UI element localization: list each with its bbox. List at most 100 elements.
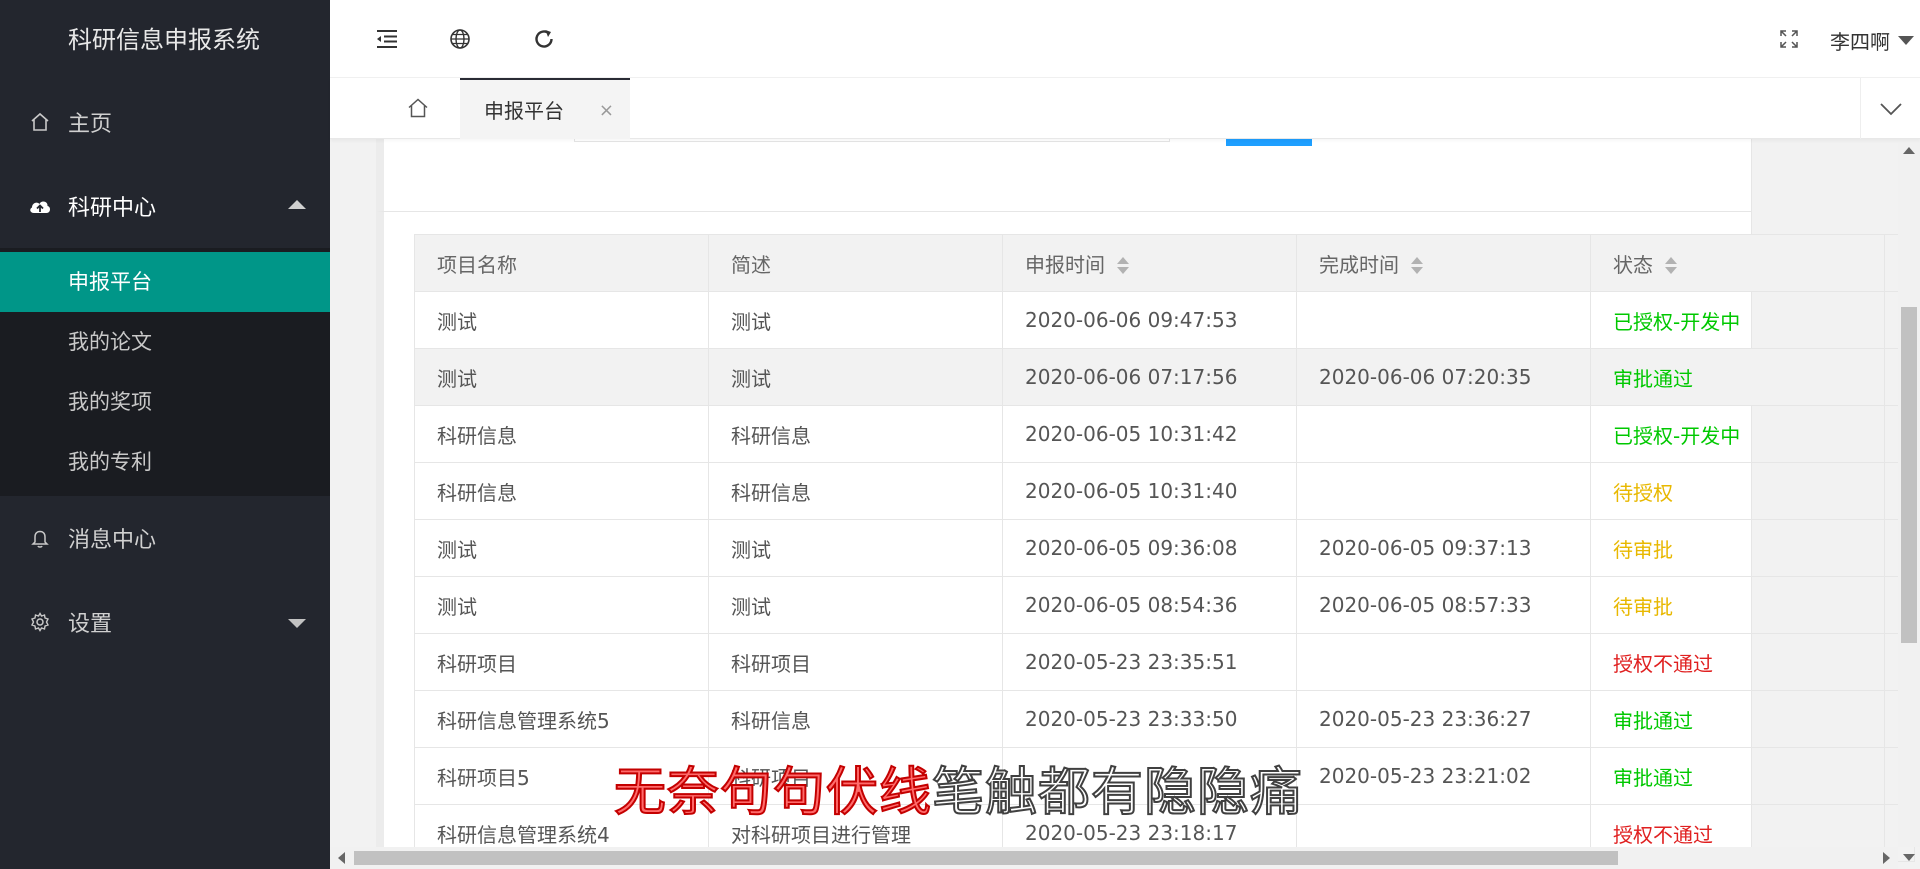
table-row[interactable]: 测试 测试 2020-06-05 08:54:36 2020-06-05 08:57:…: [414, 576, 1915, 634]
sidebar-item-label: 科研中心: [68, 196, 157, 221]
cell-status: 已授权-开发中: [1590, 291, 1885, 349]
cell-desc: 测试: [708, 576, 1003, 634]
col-header-completed[interactable]: 完成时间: [1296, 234, 1591, 292]
cell-completed: 2020-05-23 23:36:27: [1296, 690, 1591, 748]
tab-declare-platform[interactable]: 申报平台 ×: [460, 78, 630, 139]
sidebar-item-messages[interactable]: 消息中心: [0, 496, 330, 580]
cell-submitted: 2020-06-05 10:31:40: [1002, 462, 1297, 520]
table-header-row: 项目名称 简述 申报时间 完成时间 状态: [414, 234, 1915, 292]
home-icon: [28, 110, 52, 134]
cell-submitted: 2020-06-05 08:54:36: [1002, 576, 1297, 634]
sidebar-item-research[interactable]: 科研中心: [0, 164, 330, 248]
scroll-up-icon[interactable]: [1903, 147, 1915, 154]
cell-desc: 科研项目: [708, 633, 1003, 691]
scroll-thumb[interactable]: [1901, 307, 1917, 643]
vertical-scrollbar[interactable]: [1898, 139, 1920, 861]
cell-desc: 测试: [708, 519, 1003, 577]
chevron-down-icon: [1879, 102, 1902, 115]
sidebar-item-label: 消息中心: [68, 528, 157, 553]
table-row[interactable]: 科研项目 科研项目 2020-05-23 23:35:51 授权不通过: [414, 633, 1915, 691]
close-icon[interactable]: ×: [599, 100, 614, 121]
scroll-down-icon[interactable]: [1903, 854, 1915, 861]
col-header-status[interactable]: 状态: [1590, 234, 1885, 292]
cell-completed: 2020-06-06 07:20:35: [1296, 348, 1591, 406]
cell-desc: 科研信息: [708, 462, 1003, 520]
sidebar-item-my-patents[interactable]: 我的专利: [0, 432, 330, 492]
sidebar-item-my-papers[interactable]: 我的论文: [0, 312, 330, 372]
cell-completed: [1296, 405, 1591, 463]
chevron-down-icon: [1898, 36, 1914, 45]
table-wrapper: 项目名称 简述 申报时间 完成时间 状态 测试 测试 2020-06-06 09:4…: [414, 234, 1915, 862]
sidebar-item-label: 主页: [68, 112, 113, 137]
cell-name: 测试: [414, 519, 709, 577]
table-row[interactable]: 科研信息管理系统5 科研信息 2020-05-23 23:33:50 2020-05-…: [414, 690, 1915, 748]
table-row[interactable]: 测试 测试 2020-06-06 09:47:53 已授权-开发中: [414, 291, 1915, 349]
sort-icon[interactable]: [1117, 257, 1129, 275]
gear-icon: [28, 610, 52, 634]
table-row[interactable]: 测试 测试 2020-06-06 07:17:56 2020-06-06 07:20:…: [414, 348, 1915, 406]
sort-icon[interactable]: [1665, 257, 1677, 275]
cell-submitted: 2020-06-05 09:36:08: [1002, 519, 1297, 577]
tabs-dropdown[interactable]: [1860, 78, 1920, 139]
sidebar-submenu-research: 申报平台 我的论文 我的奖项 我的专利: [0, 248, 330, 496]
caret-down-icon: [288, 619, 306, 628]
sidebar-item-declare-platform[interactable]: 申报平台: [0, 252, 330, 312]
cell-status: 待审批: [1590, 519, 1885, 577]
tab-label: 申报平台: [484, 99, 564, 123]
cell-name: 测试: [414, 348, 709, 406]
cell-name: 科研项目: [414, 633, 709, 691]
top-header: 李四啊: [330, 0, 1920, 78]
sidebar-item-home[interactable]: 主页: [0, 80, 330, 164]
bell-icon: [28, 526, 52, 550]
cell-desc: 科研信息: [708, 690, 1003, 748]
cell-submitted: 2020-05-23 23:33:50: [1002, 690, 1297, 748]
fullscreen-icon[interactable]: [1772, 22, 1806, 56]
cloud-upload-icon: [28, 194, 52, 218]
cell-status: 待审批: [1590, 576, 1885, 634]
cell-completed: 2020-05-23 23:21:02: [1296, 747, 1591, 805]
content-area: 项目名称 简述 申报时间 完成时间 状态 测试 测试 2020-06-06 09:4…: [330, 139, 1920, 869]
sort-icon[interactable]: [1411, 257, 1423, 275]
table-row[interactable]: 科研信息 科研信息 2020-06-05 10:31:42 已授权-开发中: [414, 405, 1915, 463]
table-row[interactable]: 科研项目5 科研项目 2020-05-23 23:21:02 审批通过: [414, 747, 1915, 805]
cell-desc: 测试: [708, 291, 1003, 349]
table-card: 项目名称 简述 申报时间 完成时间 状态 测试 测试 2020-06-06 09:4…: [376, 211, 1915, 869]
caret-up-icon: [288, 200, 306, 209]
sidebar-item-my-awards[interactable]: 我的奖项: [0, 372, 330, 432]
cell-status: 审批通过: [1590, 348, 1885, 406]
search-input[interactable]: [574, 139, 1170, 142]
table-row[interactable]: 科研信息 科研信息 2020-06-05 10:31:40 待授权: [414, 462, 1915, 520]
projects-table: 项目名称 简述 申报时间 完成时间 状态 测试 测试 2020-06-06 09:4…: [414, 234, 1915, 862]
cell-status: 授权不通过: [1590, 633, 1885, 691]
cell-status: 已授权-开发中: [1590, 405, 1885, 463]
scroll-left-icon[interactable]: [338, 852, 345, 864]
search-button[interactable]: [1226, 139, 1312, 146]
cell-name: 科研信息管理系统5: [414, 690, 709, 748]
sidebar-item-settings[interactable]: 设置: [0, 580, 330, 664]
cell-submitted: 2020-06-06 09:47:53: [1002, 291, 1297, 349]
cell-name: 科研信息: [414, 405, 709, 463]
cell-submitted: 2020-06-06 07:17:56: [1002, 348, 1297, 406]
table-row[interactable]: 测试 测试 2020-06-05 09:36:08 2020-06-05 09:37:…: [414, 519, 1915, 577]
cell-name: 测试: [414, 576, 709, 634]
cell-desc: 科研信息: [708, 405, 1003, 463]
cell-completed: [1296, 462, 1591, 520]
cell-status: 待授权: [1590, 462, 1885, 520]
refresh-icon[interactable]: [527, 22, 561, 56]
sidebar: 科研信息申报系统 主页 科研中心 申报平台 我的论文 我的奖项 我的专利 消息中…: [0, 0, 330, 869]
sidebar-item-label: 设置: [68, 612, 113, 637]
col-header-desc: 简述: [708, 234, 1003, 292]
cell-completed: 2020-06-05 09:37:13: [1296, 519, 1591, 577]
col-header-name: 项目名称: [414, 234, 709, 292]
menu-indent-icon[interactable]: [370, 22, 404, 56]
cell-completed: [1296, 291, 1591, 349]
app-title: 科研信息申报系统: [68, 26, 260, 54]
scroll-right-icon[interactable]: [1883, 852, 1890, 864]
scroll-thumb[interactable]: [354, 851, 1618, 865]
user-name: 李四啊: [1830, 30, 1890, 54]
horizontal-scrollbar[interactable]: [330, 847, 1898, 869]
tab-home[interactable]: [402, 92, 434, 124]
user-menu[interactable]: 李四啊: [1830, 26, 1914, 55]
globe-icon[interactable]: [443, 22, 477, 56]
col-header-submitted[interactable]: 申报时间: [1002, 234, 1297, 292]
